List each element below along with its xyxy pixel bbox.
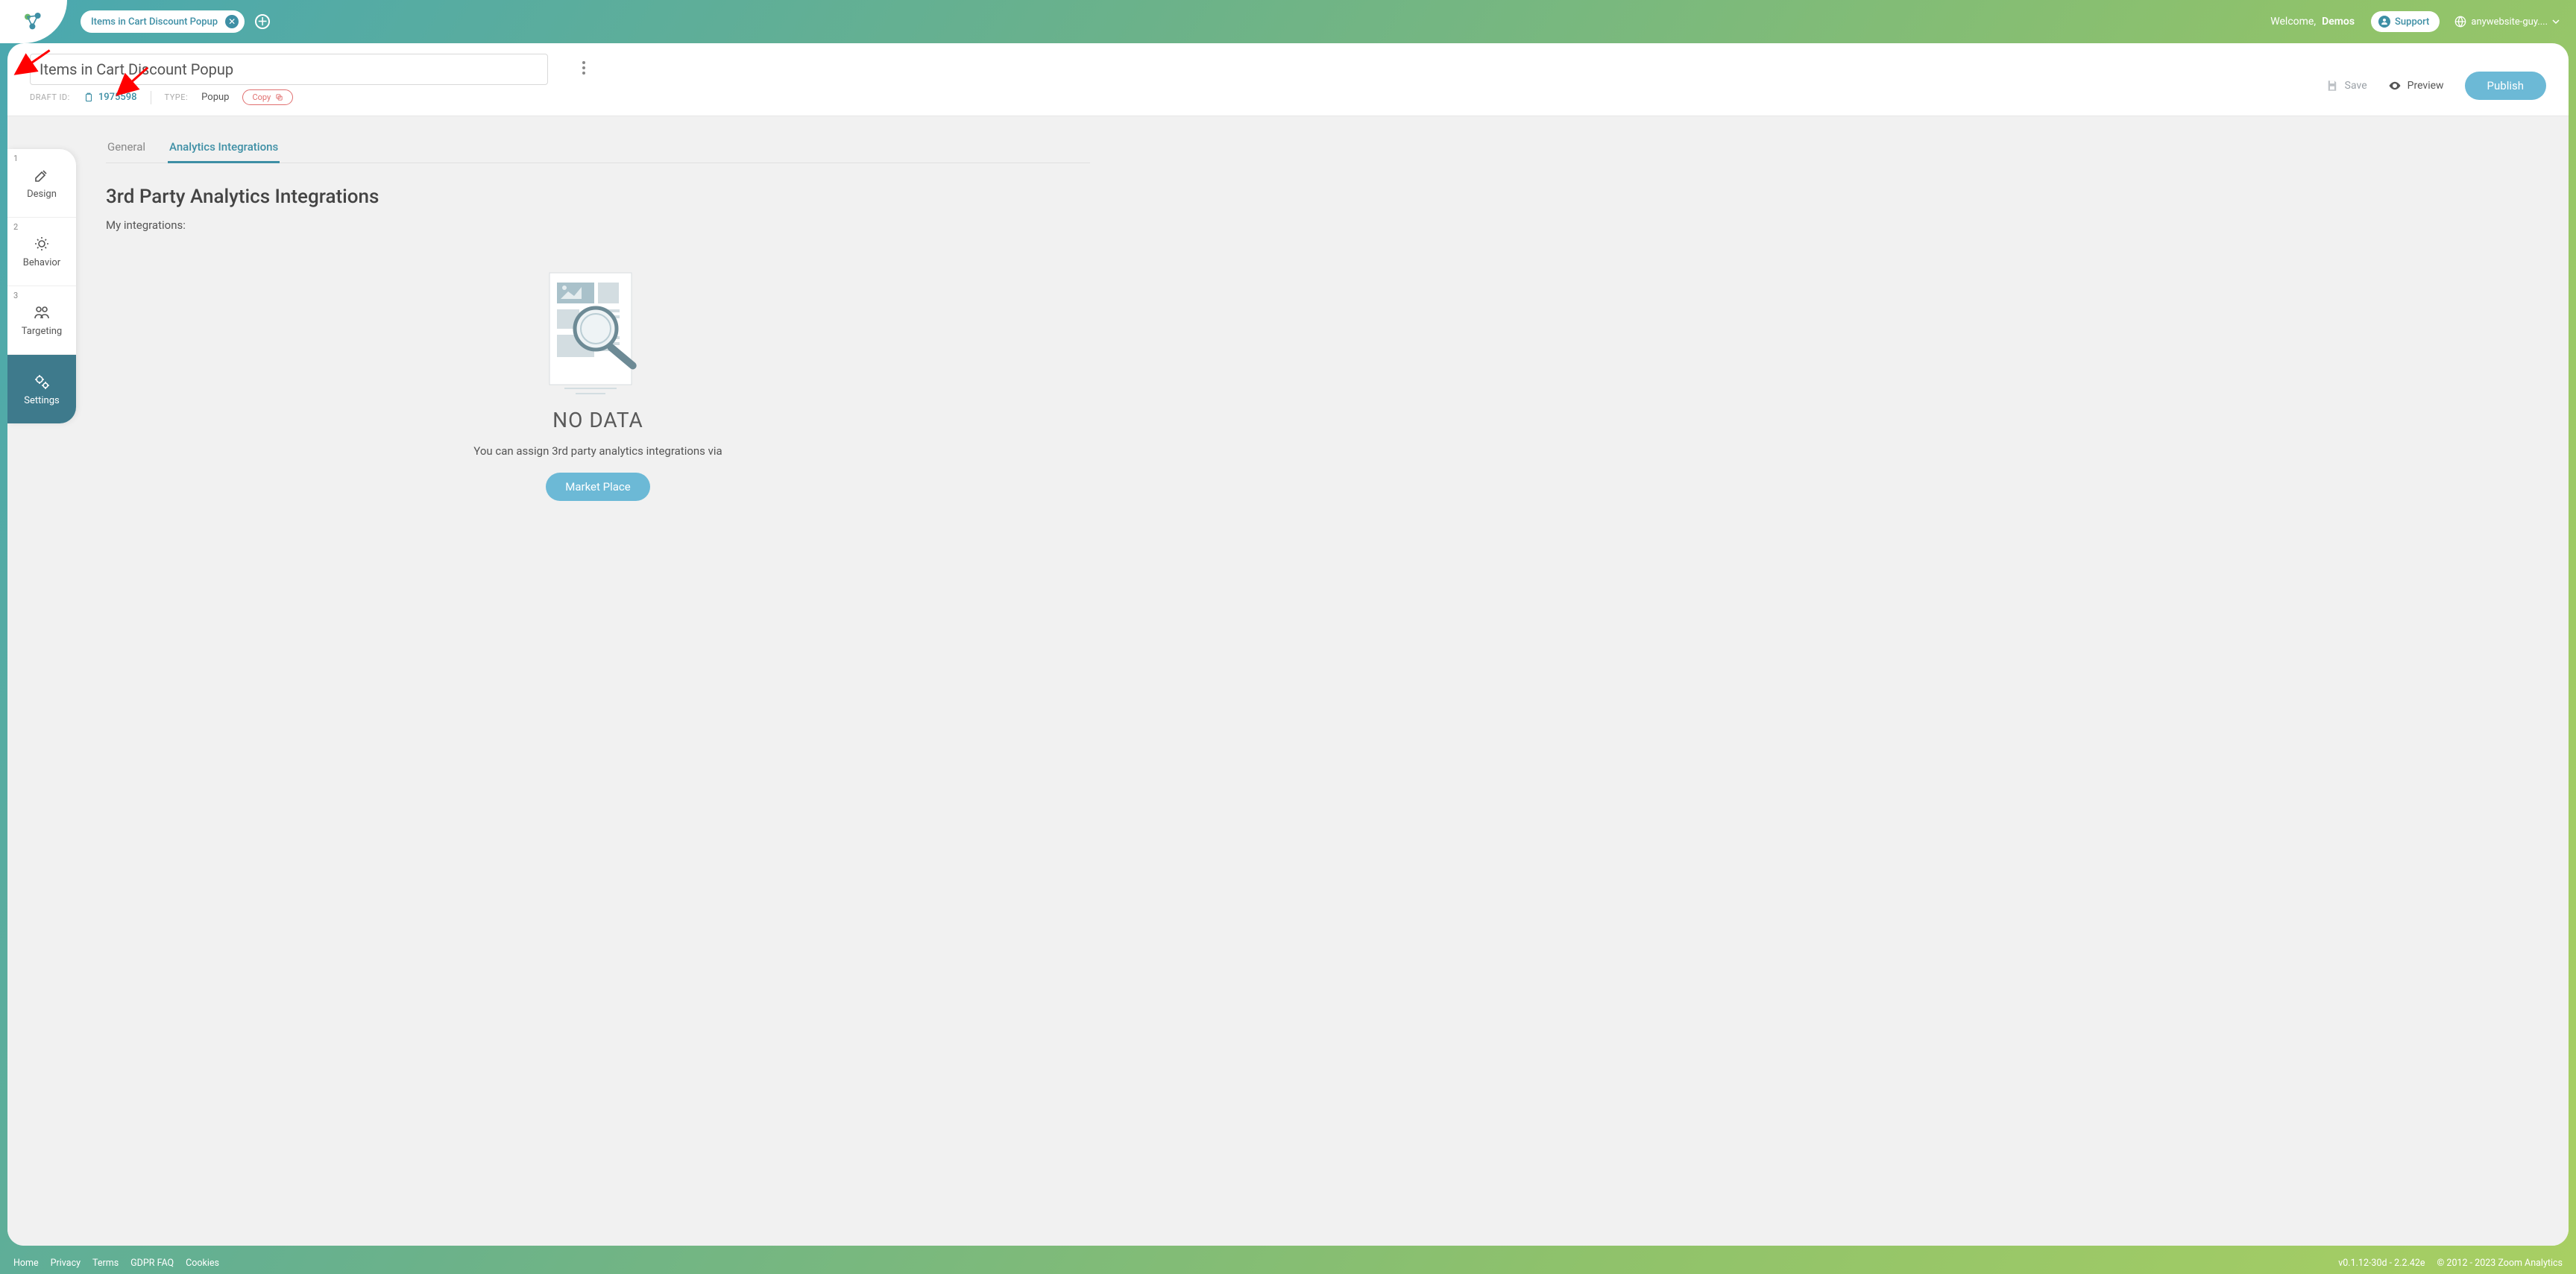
footer-copyright: © 2012 - 2023 Zoom Analytics bbox=[2437, 1258, 2563, 1269]
user-menu[interactable]: anywebsite-guy.... bbox=[2454, 16, 2560, 28]
welcome-text: Welcome, Demos bbox=[2270, 16, 2355, 28]
save-button[interactable]: Save bbox=[2325, 79, 2367, 92]
support-label: Support bbox=[2395, 16, 2429, 28]
step-label: Behavior bbox=[23, 257, 60, 268]
footer-link-gdpr[interactable]: GDPR FAQ bbox=[130, 1258, 174, 1269]
save-icon bbox=[2325, 79, 2339, 92]
my-integrations-label: My integrations: bbox=[106, 218, 1090, 232]
support-button[interactable]: Support bbox=[2371, 11, 2440, 32]
step-label: Settings bbox=[24, 395, 59, 406]
publish-button[interactable]: Publish bbox=[2465, 72, 2546, 100]
footer-link-cookies[interactable]: Cookies bbox=[186, 1258, 219, 1269]
copy-icon bbox=[275, 93, 283, 101]
footer-version: v0.1.12-30d - 2.2.42e bbox=[2338, 1258, 2425, 1269]
project-chip-label: Items in Cart Discount Popup bbox=[91, 16, 218, 28]
tab-general[interactable]: General bbox=[106, 136, 147, 163]
tab-analytics-integrations[interactable]: Analytics Integrations bbox=[168, 136, 280, 163]
stepper-nav: 1 Design 2 Behavior 3 Targeting Settings bbox=[7, 149, 76, 423]
project-chip[interactable]: Items in Cart Discount Popup ✕ bbox=[81, 10, 245, 33]
copy-button[interactable]: Copy bbox=[242, 89, 293, 105]
campaign-title-input[interactable] bbox=[30, 54, 548, 85]
no-data-subtitle: You can assign 3rd party analytics integ… bbox=[473, 444, 722, 458]
settings-icon bbox=[33, 373, 51, 391]
footer-link-home[interactable]: Home bbox=[13, 1258, 39, 1269]
step-label: Design bbox=[27, 189, 57, 200]
footer-link-terms[interactable]: Terms bbox=[92, 1258, 119, 1269]
targeting-icon bbox=[33, 303, 51, 321]
project-chip-close-icon[interactable]: ✕ bbox=[225, 15, 239, 28]
type-label: TYPE: bbox=[165, 92, 189, 102]
support-avatar-icon bbox=[2378, 16, 2390, 28]
chevron-down-icon bbox=[2552, 18, 2560, 25]
empty-state-illustration bbox=[542, 269, 654, 396]
type-value: Popup bbox=[201, 92, 229, 103]
market-place-button[interactable]: Market Place bbox=[546, 473, 649, 501]
add-project-button[interactable]: ＋ bbox=[255, 14, 270, 29]
design-icon bbox=[33, 166, 51, 184]
eye-icon bbox=[2388, 79, 2402, 92]
step-settings[interactable]: Settings bbox=[7, 355, 76, 423]
footer-link-privacy[interactable]: Privacy bbox=[51, 1258, 81, 1269]
settings-tabs: General Analytics Integrations bbox=[106, 136, 1090, 163]
logo-icon bbox=[22, 10, 45, 34]
preview-button[interactable]: Preview bbox=[2388, 79, 2444, 92]
behavior-icon bbox=[33, 235, 51, 253]
no-data-title: NO DATA bbox=[552, 408, 643, 432]
step-targeting[interactable]: 3 Targeting bbox=[7, 286, 76, 355]
welcome-prefix: Welcome, bbox=[2270, 16, 2316, 28]
step-design[interactable]: 1 Design bbox=[7, 149, 76, 218]
step-behavior[interactable]: 2 Behavior bbox=[7, 218, 76, 286]
user-menu-label: anywebsite-guy.... bbox=[2471, 16, 2548, 28]
draft-id-value[interactable]: 1975598 bbox=[84, 92, 137, 103]
step-label: Targeting bbox=[22, 326, 62, 337]
more-menu-button[interactable] bbox=[582, 61, 585, 75]
section-title: 3rd Party Analytics Integrations bbox=[106, 186, 1090, 208]
draft-id-label: DRAFT ID: bbox=[30, 92, 70, 102]
globe-icon bbox=[2454, 16, 2466, 28]
welcome-name: Demos bbox=[2322, 16, 2355, 28]
app-logo[interactable] bbox=[0, 0, 67, 43]
clipboard-icon bbox=[84, 92, 94, 103]
